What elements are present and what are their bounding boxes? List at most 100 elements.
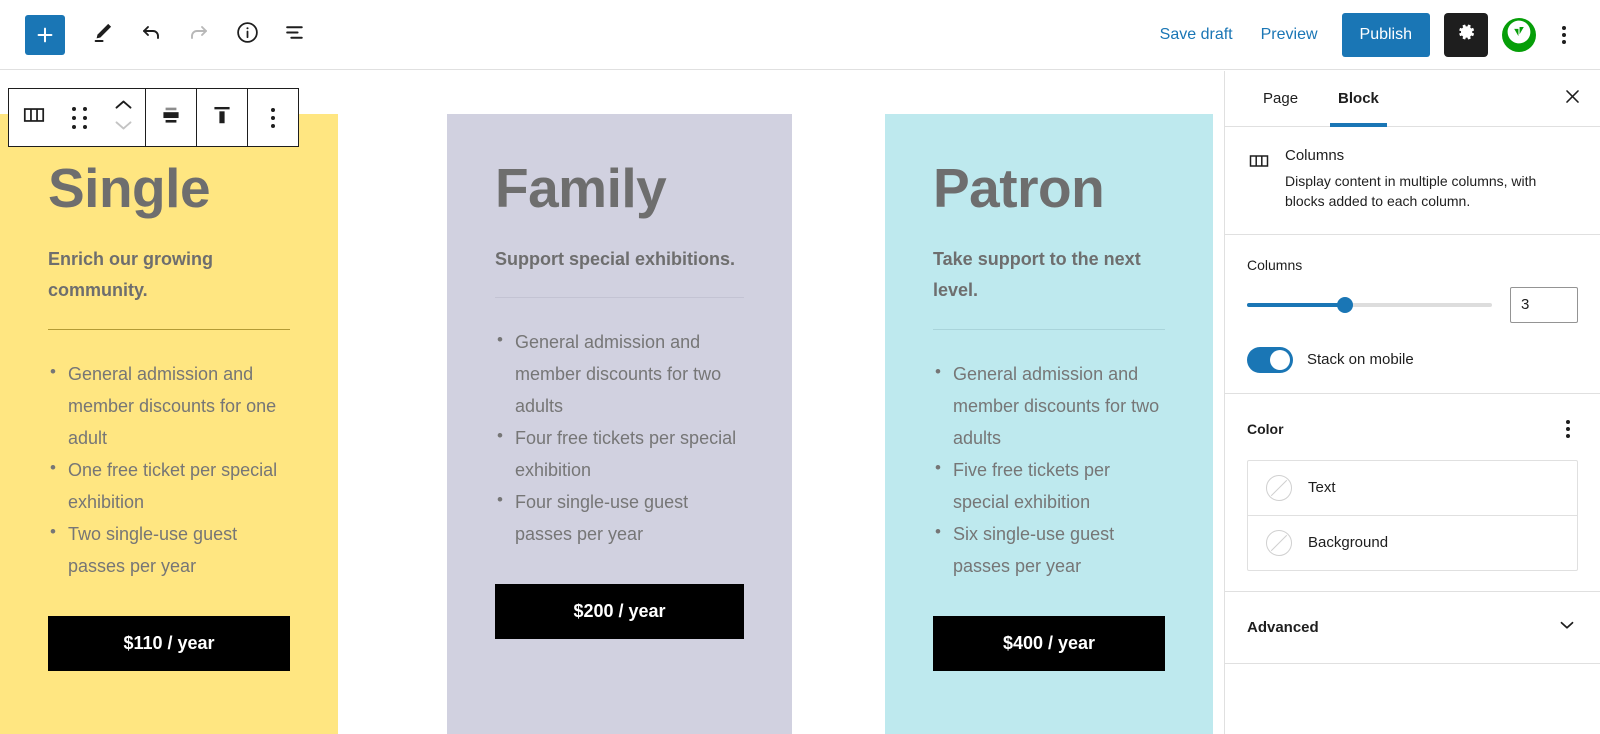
column-separator	[495, 297, 744, 299]
color-row-label: Background	[1308, 534, 1389, 552]
align-center-icon	[158, 102, 184, 133]
move-down-button[interactable]	[113, 118, 134, 138]
column-feature-list: General admission and member discounts f…	[933, 357, 1165, 582]
advanced-section-toggle[interactable]: Advanced	[1225, 592, 1600, 664]
close-sidebar-button[interactable]	[1544, 71, 1600, 126]
pencil-icon	[91, 20, 115, 49]
kebab-menu-icon	[271, 107, 275, 128]
top-bar-right-actions: Save draft Preview Publish	[1146, 12, 1600, 57]
move-up-button[interactable]	[113, 98, 134, 118]
color-option-list: Text Background	[1247, 459, 1578, 571]
redo-arrow-icon	[187, 20, 211, 49]
advanced-label: Advanced	[1247, 618, 1319, 636]
block-description: Display content in multiple columns, wit…	[1285, 173, 1537, 210]
block-info-text: Columns Display content in multiple colu…	[1285, 147, 1578, 212]
plus-icon	[34, 24, 56, 46]
list-item: General admission and member discounts f…	[933, 357, 1165, 454]
no-color-swatch-icon	[1266, 474, 1292, 501]
columns-block[interactable]: Single Enrich our growing community. Gen…	[0, 114, 1224, 734]
list-view-button[interactable]	[273, 13, 317, 57]
columns-slider-thumb[interactable]	[1337, 296, 1353, 313]
block-options-button[interactable]	[250, 89, 296, 146]
drag-handle-button[interactable]	[57, 89, 103, 146]
column-title: Single	[48, 157, 211, 219]
toggle-knob	[1270, 349, 1290, 370]
columns-count-section: Columns 3 Stack on mobile	[1225, 235, 1600, 394]
column-family[interactable]: Family Support special exhibitions. Gene…	[447, 114, 792, 734]
chevron-down-icon	[113, 118, 134, 137]
redo-button[interactable]	[177, 13, 221, 57]
more-options-button[interactable]	[1544, 13, 1584, 57]
price-button[interactable]: $110 / year	[48, 615, 290, 671]
columns-slider-fill	[1247, 302, 1345, 307]
color-options-button[interactable]	[1558, 416, 1578, 442]
column-patron[interactable]: Patron Take support to the next level. G…	[885, 114, 1213, 734]
list-view-icon	[283, 20, 308, 50]
gear-icon	[1455, 21, 1477, 48]
publish-button[interactable]: Publish	[1341, 12, 1430, 57]
column-title: Patron	[933, 157, 1105, 219]
preview-button[interactable]: Preview	[1247, 18, 1332, 52]
block-toolbar	[8, 88, 299, 147]
details-button[interactable]	[225, 13, 269, 57]
close-icon	[1563, 87, 1582, 111]
column-gap	[338, 114, 447, 734]
list-item: Five free tickets per special exhibition	[933, 453, 1165, 518]
stack-on-mobile-row: Stack on mobile	[1247, 346, 1578, 373]
jetpack-button[interactable]	[1502, 17, 1536, 52]
block-name: Columns	[1285, 147, 1345, 164]
save-draft-button[interactable]: Save draft	[1146, 18, 1247, 52]
change-vertical-alignment-button[interactable]	[199, 89, 245, 146]
color-section: Color Text Background	[1225, 394, 1600, 592]
sidebar-tabs: Page Block	[1225, 71, 1600, 127]
top-bar-left-tools	[0, 13, 317, 57]
tab-block[interactable]: Block	[1318, 71, 1399, 127]
editor-canvas: Single Enrich our growing community. Gen…	[0, 71, 1224, 734]
block-toolbar-group-align	[146, 89, 197, 146]
column-subtitle: Enrich our growing community.	[48, 248, 213, 301]
undo-button[interactable]	[129, 13, 173, 57]
kebab-menu-icon	[1566, 419, 1570, 424]
column-gap	[792, 114, 885, 734]
canvas-filler	[1213, 114, 1224, 734]
columns-icon	[21, 102, 47, 133]
column-single[interactable]: Single Enrich our growing community. Gen…	[0, 114, 338, 734]
list-item: Four free tickets per special exhibition	[495, 421, 744, 486]
color-section-title: Color	[1247, 420, 1284, 437]
price-button[interactable]: $400 / year	[933, 615, 1165, 671]
stack-on-mobile-label: Stack on mobile	[1307, 351, 1414, 369]
list-item: Four single-use guest passes per year	[495, 485, 744, 550]
tab-page[interactable]: Page	[1243, 71, 1318, 126]
change-alignment-button[interactable]	[148, 89, 194, 146]
list-item: Two single-use guest passes per year	[48, 517, 290, 582]
list-item: Six single-use guest passes per year	[933, 517, 1165, 582]
column-separator	[933, 328, 1165, 330]
list-item: General admission and member discounts f…	[48, 357, 290, 454]
settings-button[interactable]	[1444, 12, 1488, 57]
columns-number-input[interactable]: 3	[1510, 286, 1578, 323]
column-subtitle: Take support to the next level.	[933, 248, 1141, 301]
no-color-swatch-icon	[1266, 529, 1292, 556]
columns-count-controls: 3	[1247, 286, 1578, 323]
add-block-button[interactable]	[25, 14, 65, 55]
price-button[interactable]: $200 / year	[495, 584, 744, 640]
edit-tool-button[interactable]	[81, 13, 125, 57]
block-type-button[interactable]	[11, 89, 57, 146]
undo-arrow-icon	[139, 20, 163, 49]
chevron-up-icon	[113, 98, 134, 117]
column-feature-list: General admission and member discounts f…	[495, 325, 744, 550]
color-row-background[interactable]: Background	[1248, 516, 1577, 570]
columns-slider[interactable]	[1247, 296, 1492, 313]
settings-sidebar: Page Block Columns Display content in mu…	[1224, 71, 1600, 734]
jetpack-icon	[1506, 19, 1532, 50]
color-row-label: Text	[1308, 479, 1336, 497]
chevron-down-icon	[1556, 614, 1578, 641]
stack-on-mobile-toggle[interactable]	[1247, 346, 1293, 373]
columns-count-label: Columns	[1247, 256, 1303, 273]
columns-icon	[1247, 149, 1271, 212]
block-toolbar-group-vertical-align	[197, 89, 248, 146]
block-toolbar-group-block	[9, 89, 146, 146]
color-row-text[interactable]: Text	[1248, 461, 1577, 516]
column-feature-list: General admission and member discounts f…	[48, 357, 290, 582]
column-title: Family	[495, 157, 667, 219]
